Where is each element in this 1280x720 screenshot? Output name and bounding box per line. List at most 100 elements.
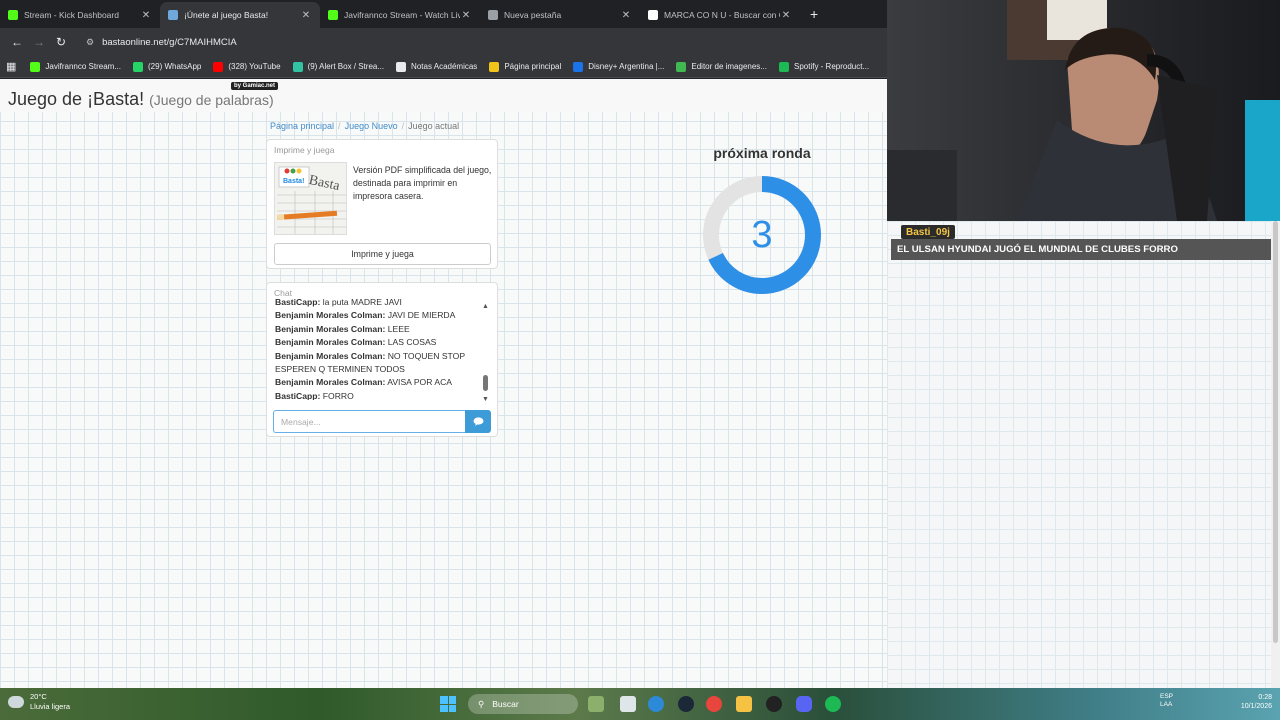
gamiac-badge[interactable]: by Gamiac.net [231,82,279,90]
site-info-icon[interactable]: ⚙ [86,37,94,48]
chat-bubble-icon [473,417,483,426]
bookmark-item[interactable]: Editor de imagenes... [676,61,767,72]
cloud-rain-icon [8,696,24,708]
site-title[interactable]: Juego de ¡Basta! (Juego de palabras) [8,89,274,110]
keyboard-layout: LAA [1160,701,1173,708]
clock-date: 10/1/2026 [1240,703,1272,710]
weather-temperature: 20°C [30,692,47,701]
breadcrumb-new-game-link[interactable]: Juego Nuevo [345,121,398,131]
chat-log[interactable]: BastiCapp: la puta MADRE JAVI Benjamin Mo… [275,296,473,400]
breadcrumb-current: Juego actual [408,121,460,131]
chat-message-author: BastiCapp: [275,297,321,307]
bookmark-item[interactable]: (328) YouTube [213,61,281,72]
clock-time: 0:28 [1258,694,1272,701]
overlay-background [887,221,1280,688]
address-bar[interactable]: ⚙ bastaonline.net/g/C7MAIHMCIA [78,31,887,53]
forward-icon[interactable]: → [28,35,50,49]
countdown-timer: 3 [702,175,822,295]
bookmark-item[interactable]: Spotify - Reproduct... [778,61,869,72]
system-clock[interactable]: 0:28 10/1/2026 [1222,693,1272,711]
print-thumbnail[interactable]: Basta! Basta [274,162,347,235]
bookmark-label: Página principal [504,62,562,71]
taskbar-search-box[interactable]: ⚲ Buscar [468,694,578,714]
breadcrumb-separator: / [338,121,341,131]
site-header: Juego de ¡Basta! (Juego de palabras) by … [0,79,887,112]
overlay-chat-message: EL ULSAN HYUNDAI JUGÓ EL MUNDIAL DE CLUB… [891,239,1280,260]
task-view-icon[interactable] [620,696,636,712]
apps-icon[interactable]: ▦ [6,60,16,73]
close-tab-icon[interactable]: ✕ [780,10,792,21]
chat-message: Benjamin Morales Colman: NO TOQUEN STOP … [275,350,473,377]
webcam-feed [887,0,1280,221]
tab-title: MARCA CO N U - Buscar con G [664,10,780,20]
bookmark-item[interactable]: Disney+ Argentina |... [573,61,665,72]
bookmark-item[interactable]: Javifrannco Stream... [30,61,121,72]
browser-tab-bar: Stream - Kick Dashboard ✕ ¡Únete al juego … [0,0,887,28]
reload-icon[interactable]: ↻ [50,35,72,49]
language-indicator[interactable]: ESP LAA [1160,693,1173,709]
browser-tab[interactable]: ¡Únete al juego Basta! ✕ [160,2,320,28]
tab-title: Stream - Kick Dashboard [24,10,119,20]
kick-icon [8,10,18,20]
browser-tab[interactable]: Nueva pestaña ✕ [480,2,640,28]
new-tab-button[interactable]: + [800,6,828,28]
tab-title: ¡Únete al juego Basta! [184,10,269,20]
scroll-up-arrow-icon[interactable]: ▲ [482,303,489,310]
chat-send-button[interactable] [465,410,491,433]
back-icon[interactable]: ← [6,35,28,49]
chat-message: BastiCapp: la puta MADRE JAVI [275,296,473,309]
close-tab-icon[interactable]: ✕ [300,10,312,21]
bookmark-label: (9) Alert Box / Strea... [307,62,385,71]
browser-toolbar: ← → ↻ ⚙ bastaonline.net/g/C7MAIHMCIA [0,28,887,56]
bookmark-item[interactable]: (9) Alert Box / Strea... [292,61,385,72]
chat-panel: Chat BastiCapp: la puta MADRE JAVI Benjam… [266,282,498,437]
bookmark-item[interactable]: Página principal [489,61,562,72]
discord-icon[interactable] [796,696,812,712]
taskbar-app-icon[interactable] [588,696,604,712]
disney-icon [573,61,584,72]
home-icon [489,61,500,72]
weather-widget[interactable]: 20°C Lluvia ligera [8,692,70,712]
print-panel: Imprime y juega Basta! Basta Versión PDF… [266,139,498,269]
url-text: bastaonline.net/g/C7MAIHMCIA [102,36,237,48]
edge-icon[interactable] [648,696,664,712]
obs-icon[interactable] [766,696,782,712]
tab-title: Javifrannco Stream - Watch Live [344,10,460,20]
close-tab-icon[interactable]: ✕ [460,10,472,21]
chat-message-text: FORRO [320,390,354,400]
breadcrumb: Página principal / Juego Nuevo / Juego actua… [270,121,459,131]
tab-title: Nueva pestaña [504,10,562,20]
close-tab-icon[interactable]: ✕ [140,10,152,21]
print-and-play-button[interactable]: Imprime y juega [274,243,491,265]
bookmark-item[interactable]: (29) WhatsApp [133,61,201,72]
youtube-icon [213,61,224,72]
steam-icon[interactable] [678,696,694,712]
close-tab-icon[interactable]: ✕ [620,10,632,21]
chrome-icon[interactable] [706,696,722,712]
google-icon [648,10,658,20]
chat-scrollbar[interactable]: ▲ ▼ [481,303,491,403]
chat-message-text: LEEE [385,323,410,334]
scroll-down-arrow-icon[interactable]: ▼ [482,396,489,403]
chat-scroll-thumb[interactable] [483,375,488,391]
windows-start-icon[interactable] [440,696,456,712]
bookmark-item[interactable]: Notas Académicas [396,61,477,72]
spotify-icon[interactable] [825,696,841,712]
browser-tab[interactable]: Stream - Kick Dashboard ✕ [0,2,160,28]
taskbar-search-placeholder: Buscar [492,699,519,709]
breadcrumb-home-link[interactable]: Página principal [270,121,334,131]
bookmark-label: Disney+ Argentina |... [588,62,665,71]
page-scrollbar[interactable] [1271,221,1280,688]
whatsapp-icon [133,61,143,72]
page-scroll-thumb[interactable] [1273,221,1278,643]
site-title-text: Juego de ¡Basta! [8,89,145,109]
web-page: Juego de ¡Basta! (Juego de palabras) by … [0,79,887,688]
browser-tab[interactable]: MARCA CO N U - Buscar con G ✕ [640,2,800,28]
windows-taskbar: 20°C Lluvia ligera ⚲ Buscar ESP LAA 0:28… [0,688,1280,720]
chat-message: Benjamin Morales Colman: JAVI DE MIERDA [275,309,473,322]
chat-message: Benjamin Morales Colman: LEEE [275,323,473,336]
chat-message-author: BastiCapp: [275,390,321,400]
chat-message-input[interactable] [273,410,465,433]
browser-tab[interactable]: Javifrannco Stream - Watch Live ✕ [320,2,480,28]
file-explorer-icon[interactable] [736,696,752,712]
